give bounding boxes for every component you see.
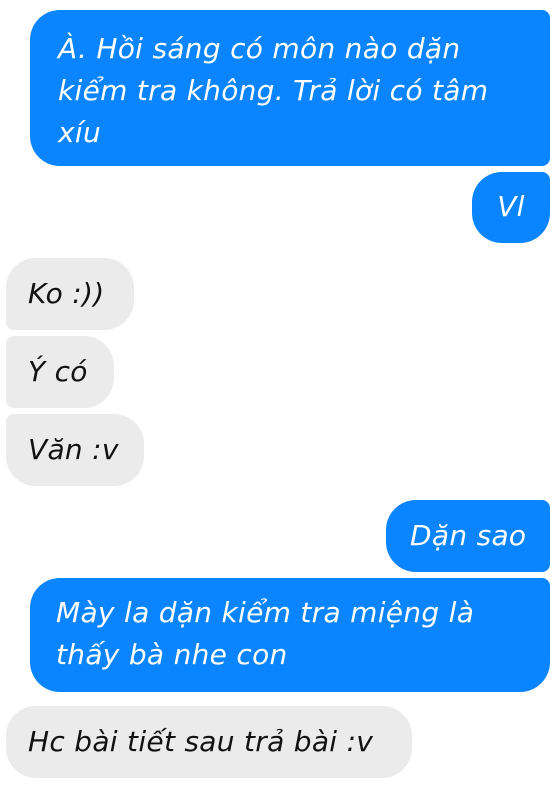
message-incoming[interactable]: Văn :v <box>6 414 144 486</box>
message-outgoing[interactable]: Mày la dặn kiểm tra miệng là thấy bà nhe… <box>30 578 550 692</box>
message-text: Vl <box>497 190 525 223</box>
message-text: Ko :)) <box>28 277 105 310</box>
message-text: Hc bài tiết sau trả bài :v <box>28 725 374 758</box>
message-outgoing[interactable]: À. Hồi sáng có môn nào dặn kiểm tra khôn… <box>30 10 550 166</box>
message-incoming[interactable]: Ko :)) <box>6 258 134 330</box>
message-text: Ý có <box>28 355 88 388</box>
message-text: Dặn sao <box>410 519 527 552</box>
message-text: À. Hồi sáng có môn nào dặn kiểm tra khôn… <box>58 32 489 149</box>
message-outgoing[interactable]: Dặn sao <box>386 500 550 572</box>
message-incoming[interactable]: Ý có <box>6 336 114 408</box>
message-text: Mày la dặn kiểm tra miệng là thấy bà nhe… <box>56 596 475 671</box>
message-outgoing[interactable]: Vl <box>472 172 550 243</box>
message-text: Văn :v <box>28 433 119 466</box>
chat-thread: À. Hồi sáng có môn nào dặn kiểm tra khôn… <box>0 0 557 785</box>
message-incoming[interactable]: Hc bài tiết sau trả bài :v <box>6 706 412 778</box>
